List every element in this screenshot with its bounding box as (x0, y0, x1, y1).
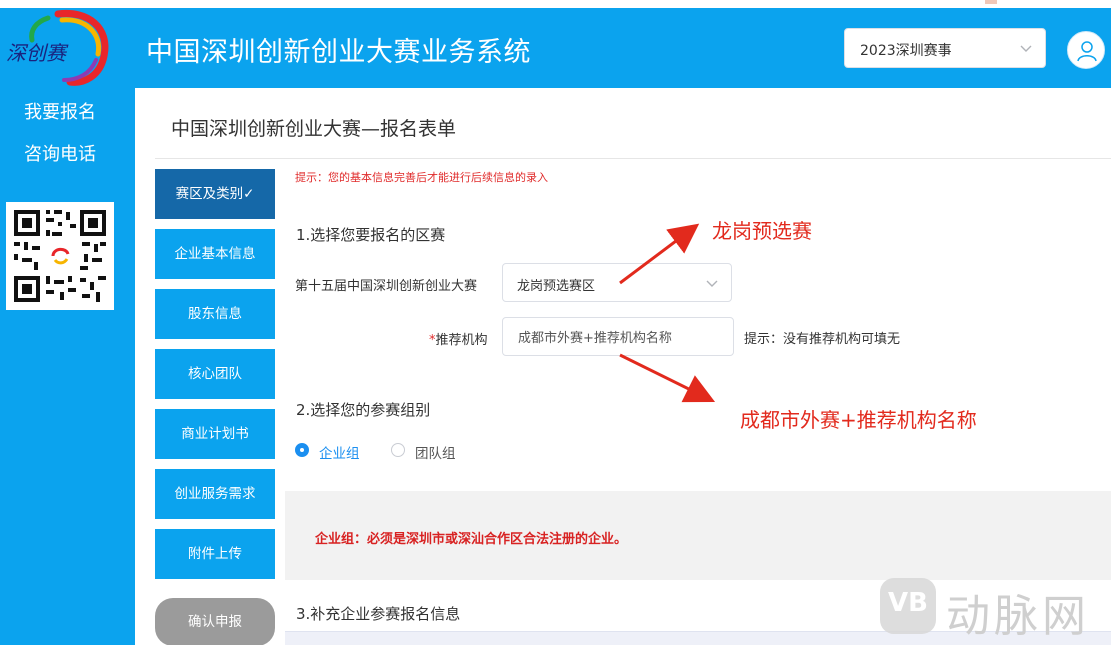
year-select-value: 2023深圳赛事 (860, 43, 952, 59)
section-2-title: 2.选择您的参赛组别 (296, 401, 431, 419)
main-panel: 中国深圳创新创业大赛—报名表单 赛区及类别✓ 企业基本信息 股东信息 核心团队 … (135, 88, 1111, 645)
nav-consult-phone-link[interactable]: 咨询电话 (0, 140, 120, 166)
step-company-info[interactable]: 企业基本信息 (155, 229, 275, 279)
form-tip: 提示：您的基本信息完善后才能进行后续信息的录入 (295, 171, 548, 184)
watermark: VB 动脉网 (880, 578, 1111, 642)
step-core-team[interactable]: 核心团队 (155, 349, 275, 399)
top-mark (985, 0, 997, 4)
left-nav: 我要报名 咨询电话 (0, 88, 135, 645)
recommender-hint: 提示：没有推荐机构可填无 (744, 332, 901, 347)
section-1-title: 1.选择您要报名的区赛 (296, 226, 446, 244)
confirm-submit-button[interactable]: 确认申报 (155, 598, 275, 645)
step-attachments[interactable]: 附件上传 (155, 529, 275, 579)
year-select[interactable]: 2023深圳赛事 (844, 28, 1046, 68)
watermark-logo-icon: VB (880, 578, 936, 634)
user-icon (1077, 41, 1097, 62)
annotation-region: 龙岗预选赛 (712, 219, 812, 243)
qr-code-image (12, 208, 108, 304)
watermark-text: 动脉网 (946, 591, 1090, 642)
logo[interactable]: 深创赛 (0, 8, 118, 88)
form-title: 中国深圳创新创业大赛—报名表单 (171, 118, 457, 140)
step-business-plan[interactable]: 商业计划书 (155, 409, 275, 459)
recommender-label: 推荐机构 (435, 333, 488, 348)
top-strip (0, 0, 1111, 8)
chevron-down-icon (1020, 45, 1032, 52)
competition-label: 第十五届中国深圳创新创业大赛 (295, 279, 478, 294)
chevron-down-icon (706, 280, 718, 287)
radio-dot (391, 443, 405, 457)
header: 深创赛 中国深圳创新创业大赛业务系统 2023深圳赛事 (0, 8, 1111, 88)
section-3-title: 3.补充企业参赛报名信息 (296, 605, 461, 623)
qr-code (6, 202, 114, 310)
watermark-logo-text: VB (888, 588, 928, 618)
recommender-input[interactable] (502, 317, 734, 356)
logo-graphic: 深创赛 (6, 9, 109, 86)
group-note-box: 企业组：必须是深圳市或深汕合作区合法注册的企业。 (285, 491, 1111, 580)
region-select-value: 龙岗预选赛区 (517, 279, 596, 294)
logo-text: 深创赛 (6, 41, 69, 65)
step-service-needs[interactable]: 创业服务需求 (155, 469, 275, 519)
user-avatar[interactable] (1067, 31, 1105, 69)
radio-dot (295, 443, 309, 457)
nav-signup-link[interactable]: 我要报名 (0, 98, 120, 124)
annotation-recommender: 成都市外赛+推荐机构名称 (740, 408, 977, 432)
radio-company-group-label: 企业组 (319, 446, 360, 462)
region-select[interactable]: 龙岗预选赛区 (502, 263, 732, 302)
recommender-label-wrap: *推荐机构 (429, 329, 488, 348)
title-divider (155, 158, 1111, 159)
app-title: 中国深圳创新创业大赛业务系统 (146, 37, 531, 68)
group-note: 企业组：必须是深圳市或深汕合作区合法注册的企业。 (315, 532, 628, 547)
step-region-category[interactable]: 赛区及类别✓ (155, 169, 275, 219)
step-shareholders[interactable]: 股东信息 (155, 289, 275, 339)
radio-team-group-label: 团队组 (415, 446, 456, 462)
